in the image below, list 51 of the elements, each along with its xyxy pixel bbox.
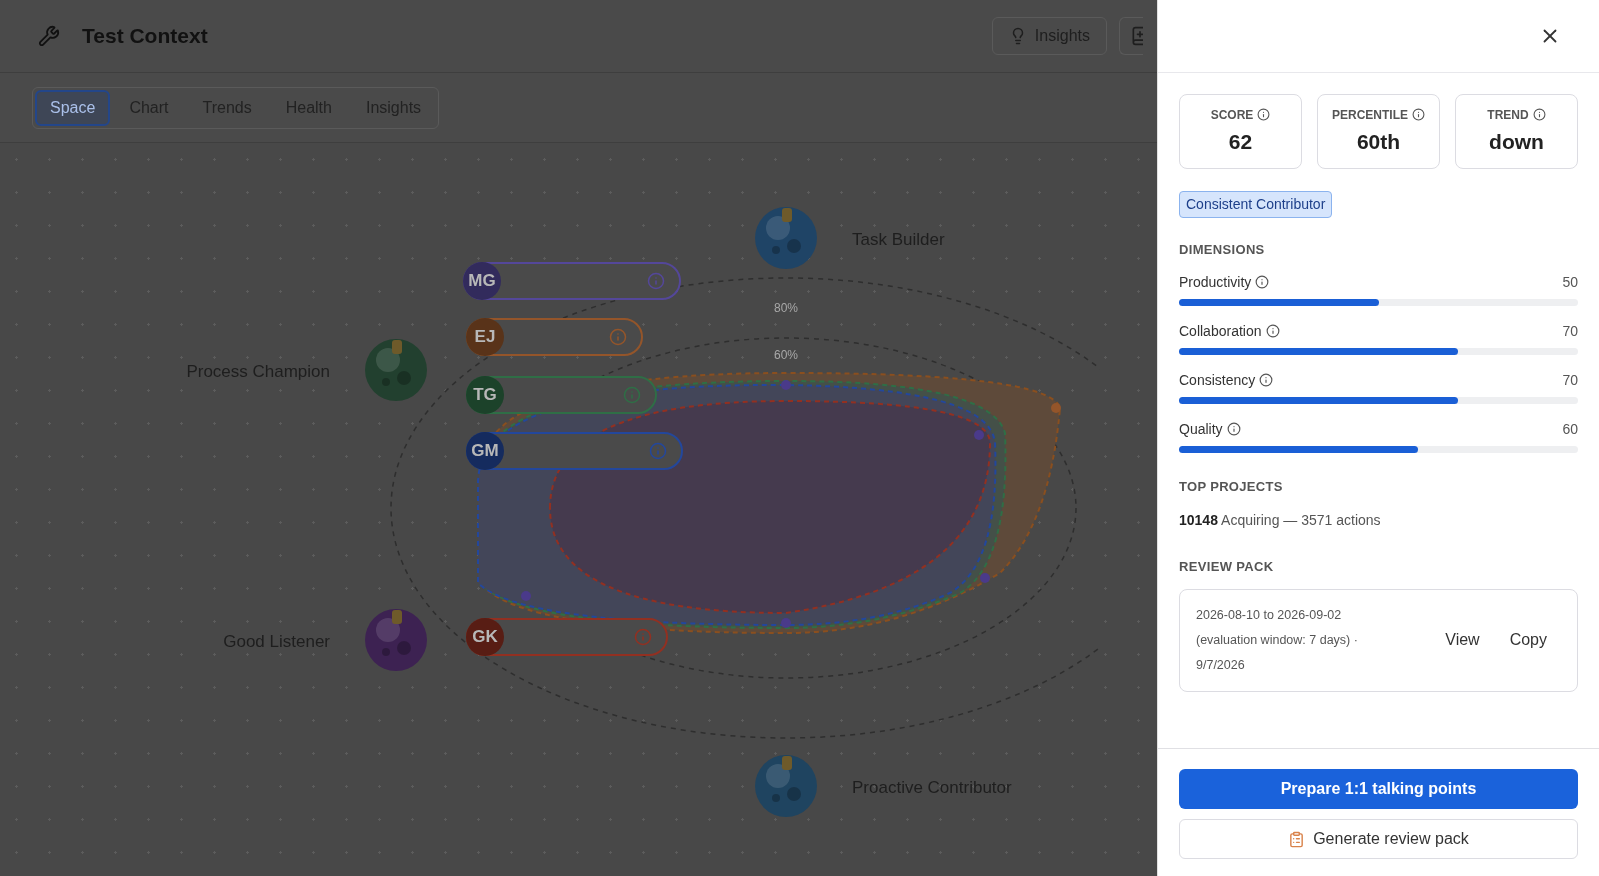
avatar: TG — [466, 376, 504, 414]
avatar: EJ — [466, 318, 504, 356]
info-icon[interactable] — [1255, 275, 1270, 289]
stat-value: 62 — [1228, 128, 1253, 155]
review-text: (evaluation window: 7 days) · — [1196, 631, 1358, 649]
dimension-label: Productivity — [1179, 272, 1252, 292]
review-action-button[interactable]: View — [1445, 628, 1480, 652]
secondary-button[interactable]: Generate review pack — [1179, 819, 1578, 859]
dimension-value: 60 — [1562, 419, 1578, 439]
member-pill[interactable]: GK — [466, 618, 668, 656]
stat-value: 60th — [1356, 128, 1401, 155]
review-text: 9/7/2026 — [1196, 656, 1246, 674]
info-icon[interactable] — [1259, 373, 1274, 387]
avatar: GK — [466, 618, 504, 656]
dimension-value: 50 — [1562, 272, 1578, 292]
dimension-label: Collaboration — [1179, 321, 1262, 341]
member-pill[interactable]: MG — [463, 262, 681, 300]
info-icon[interactable] — [1532, 108, 1546, 122]
info-icon[interactable] — [1226, 422, 1241, 436]
primary-button[interactable]: Prepare 1:1 talking points — [1179, 769, 1578, 809]
dimension-value: 70 — [1562, 370, 1578, 390]
review-text: 2026-08-10 to 2026-09-02 — [1196, 606, 1343, 624]
ring-label: 80% — [774, 300, 799, 317]
avatar: GM — [466, 432, 504, 470]
node-label: Proactive Contributor — [852, 777, 1012, 799]
info-icon[interactable] — [1265, 324, 1280, 338]
project-summary: 10148 Acquiring — 3571 actions — [1179, 511, 1382, 530]
stat-label: SCORE — [1210, 106, 1254, 124]
clipboard-icon — [1288, 830, 1306, 848]
dimension-value: 70 — [1562, 321, 1578, 341]
avatar: MG — [463, 262, 501, 300]
dimension-label: Consistency — [1179, 370, 1256, 390]
member-pill[interactable]: TG — [466, 376, 657, 414]
stat-label: TREND — [1487, 106, 1529, 124]
member-pill[interactable]: GM — [466, 432, 683, 470]
review-action-button[interactable]: Copy — [1509, 628, 1547, 652]
member-pill[interactable]: EJ — [466, 318, 643, 356]
section-heading: REVIEW PACK — [1179, 558, 1275, 576]
info-icon[interactable] — [1257, 108, 1271, 122]
section-heading: DIMENSIONS — [1179, 241, 1266, 259]
dimension-label: Quality — [1179, 419, 1223, 439]
ring-label: 60% — [774, 347, 799, 364]
tab[interactable]: Space — [35, 89, 111, 126]
page-title: Test Context — [82, 23, 208, 50]
tools-icon — [38, 25, 60, 47]
add-board-button[interactable] — [1119, 17, 1143, 55]
stat-value: down — [1489, 128, 1544, 155]
stat-label: PERCENTILE — [1332, 106, 1408, 124]
section-heading: TOP PROJECTS — [1179, 477, 1284, 496]
badge: Consistent Contributor — [1179, 191, 1333, 218]
info-icon[interactable] — [1412, 108, 1425, 122]
